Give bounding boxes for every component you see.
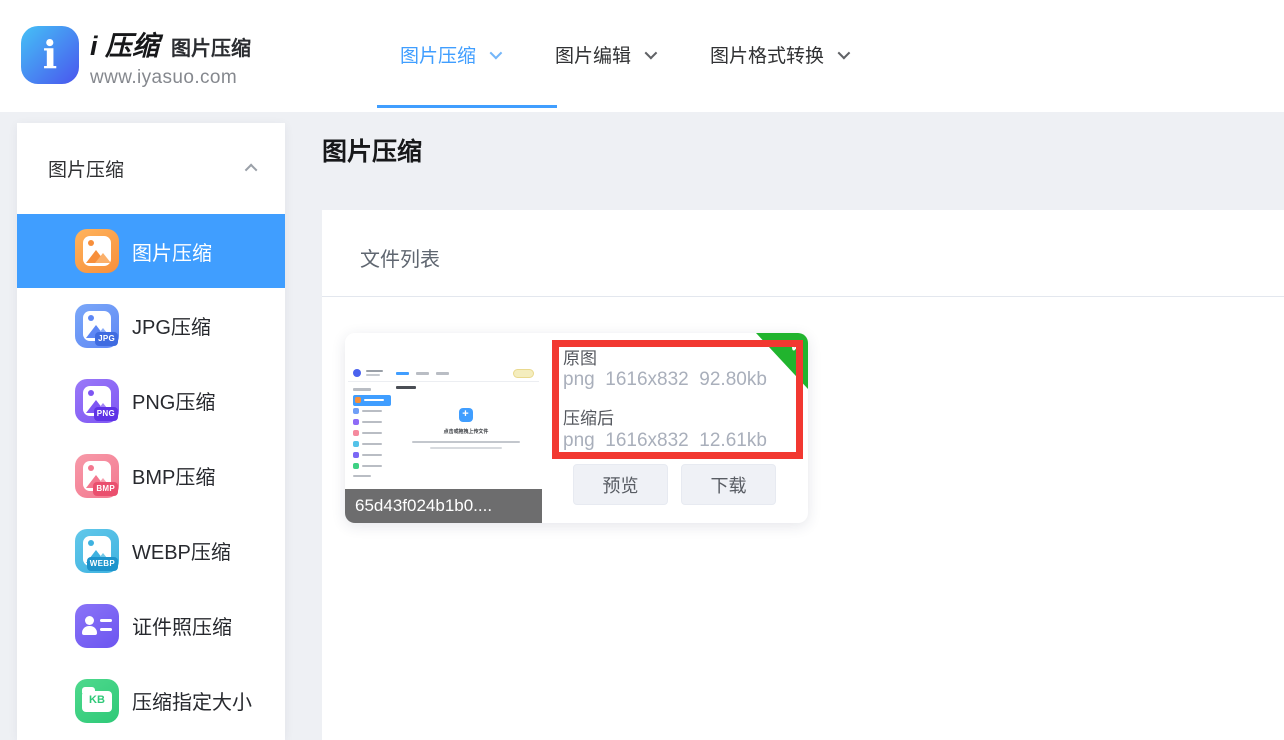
image-compress-icon xyxy=(75,229,119,273)
file-list-title: 文件列表 xyxy=(360,243,440,272)
page-title: 图片压缩 xyxy=(322,132,422,168)
sidebar-item-label: 图片压缩 xyxy=(132,237,212,266)
mini-upload-text: 点击或拖拽上传文件 xyxy=(443,428,488,435)
nav-tab-label: 图片格式转换 xyxy=(710,41,824,68)
nav-tab-label: 图片编辑 xyxy=(555,41,631,68)
app-window: i i 压缩 图片压缩 www.iyasuo.com 图片压缩 图片编辑 图片格… xyxy=(0,0,1284,740)
sidebar-item-bmp-compress[interactable]: BMP BMP压缩 xyxy=(17,438,285,513)
sidebar-item-image-compress[interactable]: 图片压缩 xyxy=(17,214,285,288)
format-badge: WEBP xyxy=(87,557,118,571)
top-header: i i 压缩 图片压缩 www.iyasuo.com 图片压缩 图片编辑 图片格… xyxy=(0,0,1284,112)
nav-tab-image-edit[interactable]: 图片编辑 xyxy=(555,41,654,68)
sidebar-item-label: WEBP压缩 xyxy=(132,536,231,565)
brand-url: www.iyasuo.com xyxy=(90,67,251,89)
format-badge: JPG xyxy=(95,332,118,346)
file-thumbnail[interactable]: + 点击或拖拽上传文件 65d43f024b1b0.... xyxy=(345,333,542,523)
mini-plus-icon: + xyxy=(459,408,473,422)
thumbnail-mini-screenshot: + 点击或拖拽上传文件 xyxy=(348,365,539,487)
webp-compress-icon: WEBP xyxy=(75,529,119,573)
sidebar-item-label: JPG压缩 xyxy=(132,311,211,340)
active-tab-underline xyxy=(377,105,557,108)
chevron-down-icon xyxy=(645,46,658,59)
brand-product: 图片压缩 xyxy=(171,32,251,61)
chevron-down-icon xyxy=(838,46,851,59)
sidebar-item-label: 证件照压缩 xyxy=(132,611,232,640)
nav-tab-format-convert[interactable]: 图片格式转换 xyxy=(710,41,847,68)
original-info: png 1616x832 92.80kb xyxy=(563,369,767,391)
sidebar-item-label: BMP压缩 xyxy=(132,461,215,490)
sidebar-item-webp-compress[interactable]: WEBP WEBP压缩 xyxy=(17,513,285,588)
sidebar-item-label: 压缩指定大小 xyxy=(132,686,252,715)
format-badge: PNG xyxy=(94,407,118,421)
kb-badge: KB xyxy=(82,694,112,706)
check-icon: ✓ xyxy=(789,336,804,357)
nav-tab-label: 图片压缩 xyxy=(400,41,476,68)
preview-button[interactable]: 预览 xyxy=(573,464,668,505)
chevron-down-icon xyxy=(490,46,503,59)
kb-folder-icon: KB xyxy=(75,679,119,723)
sidebar-item-label: PNG压缩 xyxy=(132,386,215,415)
main-nav: 图片压缩 图片编辑 图片格式转换 xyxy=(400,0,847,108)
file-card: + 点击或拖拽上传文件 65d43f024b1b0.... 原图 png 161… xyxy=(345,333,808,523)
logo-letter: i xyxy=(43,36,57,74)
sidebar-item-id-photo-compress[interactable]: 证件照压缩 xyxy=(17,588,285,663)
file-list-panel: 文件列表 xyxy=(322,210,1284,740)
filename-label: 65d43f024b1b0.... xyxy=(345,489,542,523)
brand-block: i 压缩 图片压缩 www.iyasuo.com xyxy=(90,24,251,89)
sidebar-group-header[interactable]: 图片压缩 xyxy=(17,123,285,214)
brand-name: i 压缩 xyxy=(90,24,159,63)
divider xyxy=(322,296,1284,297)
download-button[interactable]: 下载 xyxy=(681,464,776,505)
sidebar-item-png-compress[interactable]: PNG PNG压缩 xyxy=(17,363,285,438)
mini-logo xyxy=(353,369,361,377)
sidebar: 图片压缩 图片压缩 JPG JPG压缩 PNG PNG压缩 xyxy=(17,123,285,740)
bmp-compress-icon: BMP xyxy=(75,454,119,498)
nav-tab-image-compress[interactable]: 图片压缩 xyxy=(400,41,499,68)
compressed-label: 压缩后 xyxy=(563,404,614,429)
sidebar-item-target-size-compress[interactable]: KB 压缩指定大小 xyxy=(17,663,285,738)
compressed-info: png 1616x832 12.61kb xyxy=(563,430,767,452)
png-compress-icon: PNG xyxy=(75,379,119,423)
format-badge: BMP xyxy=(93,482,118,496)
mini-action-pill xyxy=(513,369,534,378)
sidebar-group-title: 图片压缩 xyxy=(48,155,248,182)
original-label: 原图 xyxy=(563,344,597,369)
jpg-compress-icon: JPG xyxy=(75,304,119,348)
id-photo-icon xyxy=(75,604,119,648)
sidebar-item-jpg-compress[interactable]: JPG JPG压缩 xyxy=(17,288,285,363)
brand-logo-icon[interactable]: i xyxy=(21,26,79,84)
